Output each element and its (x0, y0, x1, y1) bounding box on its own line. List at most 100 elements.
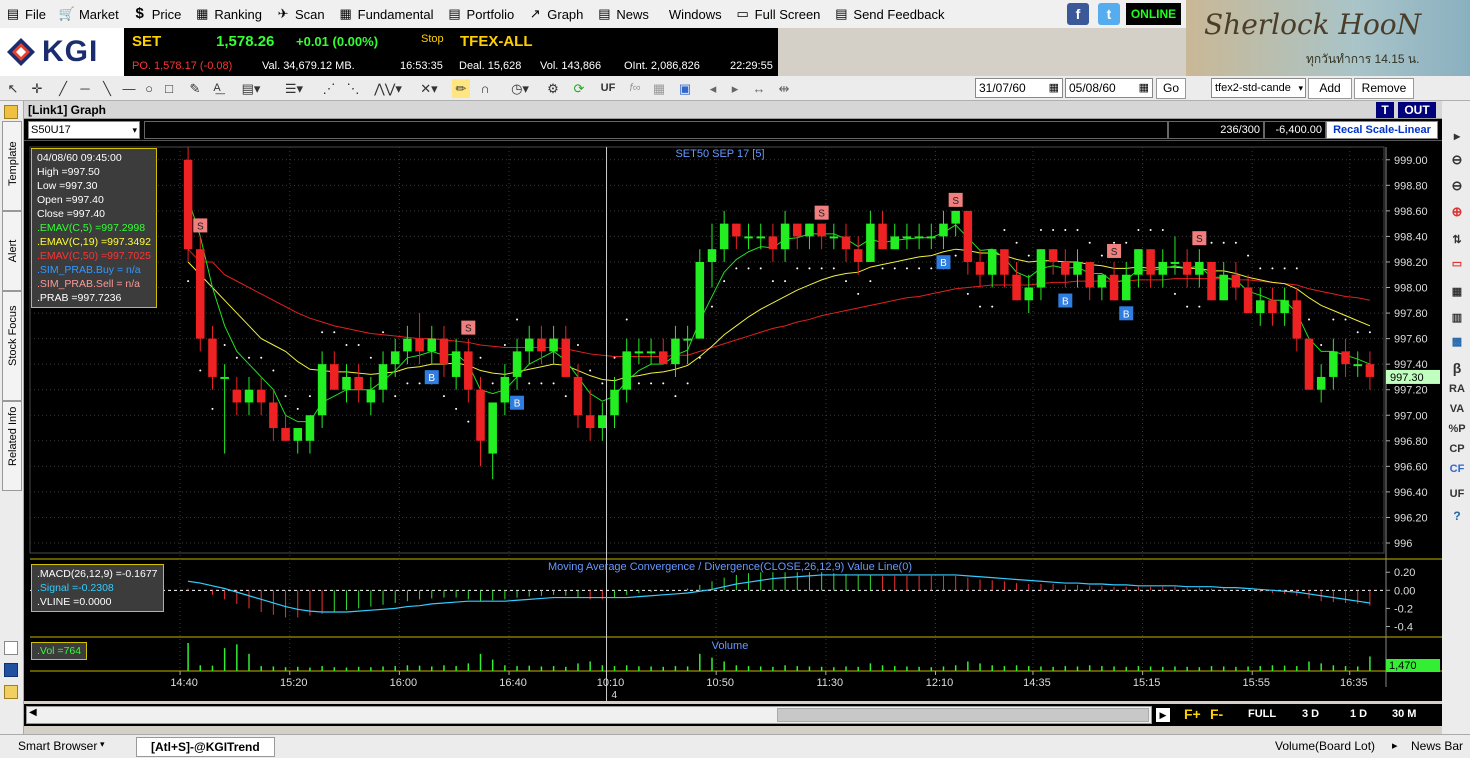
new-page-icon[interactable] (4, 641, 18, 655)
volume-legend-value: .Vol =764 (37, 645, 82, 657)
sherlock-hoon-banner[interactable]: Sherlock HooN ทุกวันทำการ 14.15 น. (1186, 0, 1470, 76)
open-folder-icon[interactable] (4, 685, 18, 699)
scroll-left-icon[interactable]: ◀ (29, 707, 37, 718)
scroll-right-icon[interactable]: ▸ (728, 79, 742, 98)
pitchfork-tool-icon[interactable]: ⋱ (344, 79, 362, 98)
line-extend-tool-icon[interactable]: ╲ (98, 79, 116, 98)
recal-scale-button[interactable]: Recal Scale-Linear (1326, 121, 1438, 139)
calendar-icon[interactable]: ▦ (1139, 79, 1149, 97)
grid-icon[interactable]: ▦ (650, 79, 668, 98)
chart-icon[interactable]: ▦ (1446, 283, 1468, 301)
formula-icon[interactable]: f∞ (624, 79, 646, 98)
scrollbar-thumb[interactable] (777, 708, 1149, 722)
zoom-in-icon[interactable]: ⊕ (1446, 203, 1468, 221)
t-button[interactable]: T (1376, 102, 1394, 118)
chevron-right-icon[interactable]: ▸ (1446, 127, 1468, 145)
scroll-right-icon[interactable]: ▶ (1156, 708, 1170, 722)
tab-related-info[interactable]: Related Info (2, 401, 22, 491)
menu-full-screen[interactable]: ▭ Full Screen (734, 6, 821, 22)
smart-browser-button[interactable]: Smart Browser (18, 739, 97, 753)
date-from-input[interactable]: 31/07/60 ▦ (975, 78, 1063, 98)
go-button[interactable]: Go (1156, 78, 1186, 99)
candle-body (1341, 351, 1350, 365)
menu-news[interactable]: ▤ News (595, 6, 649, 22)
text-tool-icon[interactable]: ✎ (186, 79, 204, 98)
date-to-input[interactable]: 05/08/60 ▦ (1065, 78, 1153, 98)
line-tool-icon[interactable]: ╱ (54, 79, 72, 98)
menu-windows[interactable]: Windows (669, 7, 722, 22)
menu-portfolio[interactable]: ▤ Portfolio (446, 6, 514, 22)
twitter-icon[interactable]: t (1098, 3, 1120, 25)
hline-tool-icon[interactable]: — (120, 79, 138, 98)
cp-button[interactable]: CP (1446, 440, 1468, 458)
add-button[interactable]: Add (1308, 78, 1352, 99)
crosshair-tool-icon[interactable]: ✛ (28, 79, 46, 98)
zoom-in-icon[interactable]: ⇹ (774, 79, 794, 98)
ray-tool-icon[interactable]: ─ (76, 79, 94, 98)
template-select[interactable]: tfex2-std-cande ▾ (1211, 78, 1306, 98)
help-icon[interactable]: ? (1446, 507, 1468, 525)
f-minus-button[interactable]: F- (1210, 706, 1223, 722)
tab-template[interactable]: Template (2, 121, 22, 211)
menu-send-feedback[interactable]: ▤ Send Feedback (832, 6, 944, 22)
menu-price[interactable]: $ Price (131, 6, 182, 22)
chart-type-icon[interactable]: ▭ (1446, 255, 1468, 273)
tab-stock-focus[interactable]: Stock Focus (2, 291, 22, 401)
price-chart-svg[interactable]: 999.00 998.80 998.60 998.40 998.20 998.00 997.… (24, 141, 1442, 701)
sort-icon[interactable]: ⇅ (1446, 231, 1468, 249)
line-style-icon[interactable]: ☰▾ (276, 79, 312, 98)
period-1d-button[interactable]: 1 D (1350, 708, 1367, 720)
circle-tool-icon[interactable]: ○ (140, 79, 158, 98)
period-full-button[interactable]: FULL (1248, 708, 1276, 720)
candle-icon[interactable]: ▩ (1446, 333, 1468, 351)
remove-button[interactable]: Remove (1354, 78, 1414, 99)
refresh-icon[interactable]: ⟳ (570, 79, 588, 98)
pen-tool-icon[interactable]: ✏ (452, 79, 470, 98)
chart-area[interactable]: 999.00 998.80 998.60 998.40 998.20 998.00 997.… (24, 141, 1442, 701)
rectangle-tool-icon[interactable]: □ (160, 79, 178, 98)
news-bar-button[interactable]: News Bar (1411, 739, 1463, 753)
menu-graph[interactable]: ↗ Graph (526, 6, 584, 22)
out-button[interactable]: OUT (1398, 102, 1436, 118)
delete-drawing-icon[interactable]: ✕▾ (416, 79, 442, 98)
fibonacci-tool-icon[interactable]: ⋰ (320, 79, 338, 98)
horizontal-scrollbar[interactable]: ◀ (26, 706, 1152, 724)
wave-tool-icon[interactable]: ⋀⋁▾ (370, 79, 406, 98)
news-bar-icon[interactable]: ▸ (1392, 739, 1398, 752)
ra-button[interactable]: RA (1446, 380, 1468, 398)
menu-ranking[interactable]: ▦ Ranking (193, 6, 262, 22)
calendar-icon[interactable]: ▦ (1049, 79, 1059, 97)
va-button[interactable]: VA (1446, 400, 1468, 418)
text-label-tool-icon[interactable]: A͟ (206, 79, 228, 98)
save-icon[interactable] (4, 663, 18, 677)
cursor-tool-icon[interactable]: ↖ (4, 79, 22, 98)
bar-chart-icon[interactable]: ▥ (1446, 309, 1468, 327)
cf-button[interactable]: CF (1446, 460, 1468, 478)
menu-fundamental[interactable]: ▦ Fundamental (337, 6, 434, 22)
menu-file[interactable]: ▤ File (4, 6, 46, 22)
channel-tool-icon[interactable]: ▤▾ (236, 79, 266, 98)
f-plus-button[interactable]: F+ (1184, 706, 1201, 722)
facebook-icon[interactable]: f (1067, 3, 1089, 25)
symbol-select[interactable]: S50U17 ▾ (28, 121, 140, 139)
beta-button[interactable]: β (1446, 359, 1468, 377)
active-tab[interactable]: [Atl+S]-@KGITrend (136, 737, 275, 757)
uf-button[interactable]: UF (598, 79, 618, 98)
folder-icon[interactable] (4, 105, 18, 119)
uf-side-button[interactable]: UF (1446, 485, 1468, 503)
menu-market[interactable]: 🛒 Market (58, 6, 119, 22)
magnet-tool-icon[interactable]: ∩ (476, 79, 494, 98)
zoom-out-icon[interactable]: ↔ (750, 79, 768, 98)
settings-icon[interactable]: ⚙ (544, 79, 562, 98)
zoom-out-icon[interactable]: ⊖ (1446, 177, 1468, 195)
menu-scan[interactable]: ✈ Scan (274, 6, 325, 22)
tab-alert[interactable]: Alert (2, 211, 22, 291)
zoom-out-icon[interactable]: ⊖ (1446, 151, 1468, 169)
scroll-left-icon[interactable]: ◂ (706, 79, 720, 98)
clock-icon[interactable]: ◷▾ (506, 79, 534, 98)
chevron-down-icon[interactable]: ▾ (100, 739, 105, 750)
period-3d-button[interactable]: 3 D (1302, 708, 1319, 720)
percent-p-button[interactable]: %P (1446, 420, 1468, 438)
image-icon[interactable]: ▣ (676, 79, 694, 98)
period-30m-button[interactable]: 30 M (1392, 708, 1416, 720)
